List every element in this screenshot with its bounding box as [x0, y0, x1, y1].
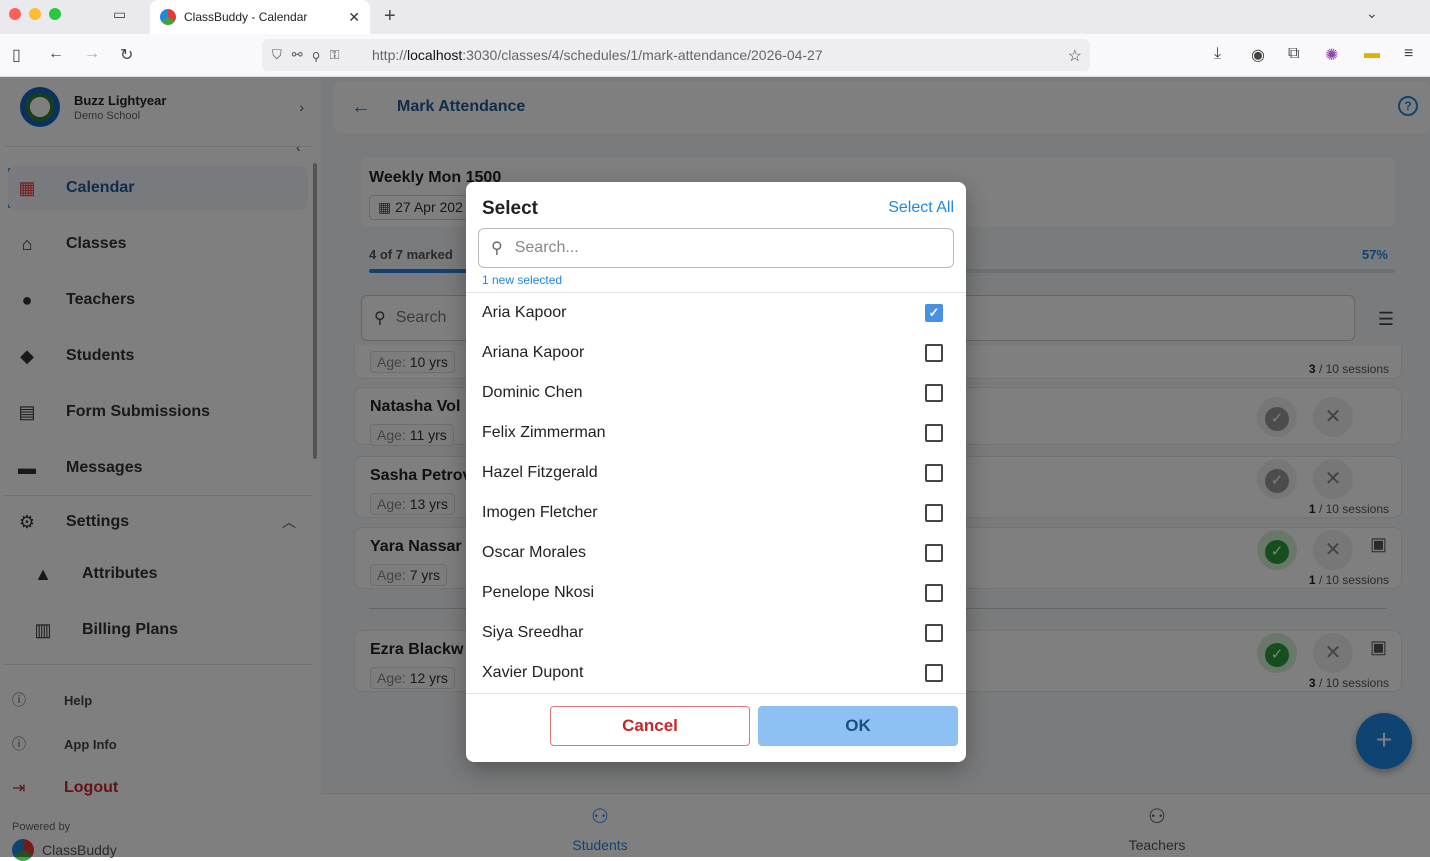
list-item[interactable]: Penelope Nkosi — [466, 573, 966, 613]
sidebar-toggle-icon[interactable]: ▯ — [12, 45, 21, 65]
site-info-icons[interactable]: ⛉⚯⚲⚿ — [272, 47, 372, 63]
list-item[interactable]: Felix Zimmerman — [466, 413, 966, 453]
option-label: Aria Kapoor — [482, 304, 567, 321]
checkbox[interactable] — [925, 384, 943, 402]
select-dialog: Select Select All ⚲ 1 new selected Aria … — [466, 182, 966, 762]
select-all-button[interactable]: Select All — [888, 199, 954, 217]
bookmark-star-icon[interactable]: ☆ — [1068, 46, 1082, 66]
color-wheel-icon[interactable]: ✺ — [1325, 45, 1338, 65]
window-zoom-button[interactable] — [49, 8, 61, 20]
reload-icon[interactable]: ↻ — [120, 45, 133, 65]
chevron-down-icon[interactable]: ⌄ — [1366, 5, 1378, 22]
dialog-search-input[interactable] — [514, 239, 915, 257]
selected-count: 1 new selected — [482, 273, 563, 287]
classbuddy-favicon-icon — [160, 9, 176, 25]
checkbox[interactable] — [925, 344, 943, 362]
list-item[interactable]: Siya Sreedhar — [466, 613, 966, 653]
checkbox[interactable] — [925, 584, 943, 602]
list-item[interactable]: Aria Kapoor ✓ — [466, 293, 966, 333]
checkbox-checked[interactable]: ✓ — [925, 304, 943, 322]
extension-icon[interactable]: ▬ — [1364, 45, 1380, 63]
list-item[interactable]: Hazel Fitzgerald — [466, 453, 966, 493]
menu-icon[interactable]: ≡ — [1404, 45, 1413, 63]
tab-overview-icon[interactable]: ▭ — [113, 6, 131, 22]
account-icon[interactable]: ◉ — [1251, 45, 1265, 65]
option-label: Ariana Kapoor — [482, 344, 585, 361]
browser-titlebar: ▭ ClassBuddy - Calendar ✕ + ⌄ — [0, 0, 1430, 34]
checkbox[interactable] — [925, 624, 943, 642]
search-icon: ⚲ — [491, 240, 503, 257]
forward-arrow-icon[interactable]: → — [84, 45, 100, 63]
new-tab-icon[interactable]: + — [384, 5, 396, 28]
dialog-title: Select — [482, 198, 538, 219]
list-item[interactable]: Xavier Dupont — [466, 653, 966, 693]
checkbox[interactable] — [925, 544, 943, 562]
window-close-button[interactable] — [9, 8, 21, 20]
checkbox[interactable] — [925, 504, 943, 522]
list-item[interactable]: Dominic Chen — [466, 373, 966, 413]
dialog-search-field[interactable]: ⚲ — [478, 228, 954, 268]
url-bar[interactable]: ⛉⚯⚲⚿ http://localhost:3030/classes/4/sch… — [262, 39, 1090, 71]
divider — [466, 693, 966, 694]
option-label: Penelope Nkosi — [482, 584, 595, 601]
extensions-icon[interactable]: ⧉ — [1288, 45, 1299, 63]
list-item[interactable]: Imogen Fletcher — [466, 493, 966, 533]
option-label: Hazel Fitzgerald — [482, 464, 598, 481]
browser-tab[interactable]: ClassBuddy - Calendar ✕ — [150, 0, 370, 34]
tab-title: ClassBuddy - Calendar — [184, 10, 308, 24]
checkbox[interactable] — [925, 464, 943, 482]
option-label: Xavier Dupont — [482, 664, 584, 681]
option-label: Siya Sreedhar — [482, 624, 584, 641]
option-list: Aria Kapoor ✓ Ariana Kapoor Dominic Chen Fel… — [466, 293, 966, 693]
option-label: Oscar Morales — [482, 544, 587, 561]
option-label: Imogen Fletcher — [482, 504, 598, 521]
list-item[interactable]: Oscar Morales — [466, 533, 966, 573]
ok-button[interactable]: OK — [758, 706, 958, 746]
browser-navbar: ▯ ← → ↻ ⛉⚯⚲⚿ http://localhost:3030/class… — [0, 34, 1430, 77]
download-icon[interactable]: ⤓ — [1214, 45, 1221, 63]
url-text: http://localhost:3030/classes/4/schedule… — [372, 47, 823, 63]
checkbox[interactable] — [925, 664, 943, 682]
option-label: Felix Zimmerman — [482, 424, 606, 441]
back-arrow-icon[interactable]: ← — [48, 45, 64, 63]
window-minimize-button[interactable] — [29, 8, 41, 20]
cancel-button[interactable]: Cancel — [550, 706, 750, 746]
list-item[interactable]: Ariana Kapoor — [466, 333, 966, 373]
tab-close-icon[interactable]: ✕ — [348, 9, 360, 26]
checkbox[interactable] — [925, 424, 943, 442]
option-label: Dominic Chen — [482, 384, 583, 401]
